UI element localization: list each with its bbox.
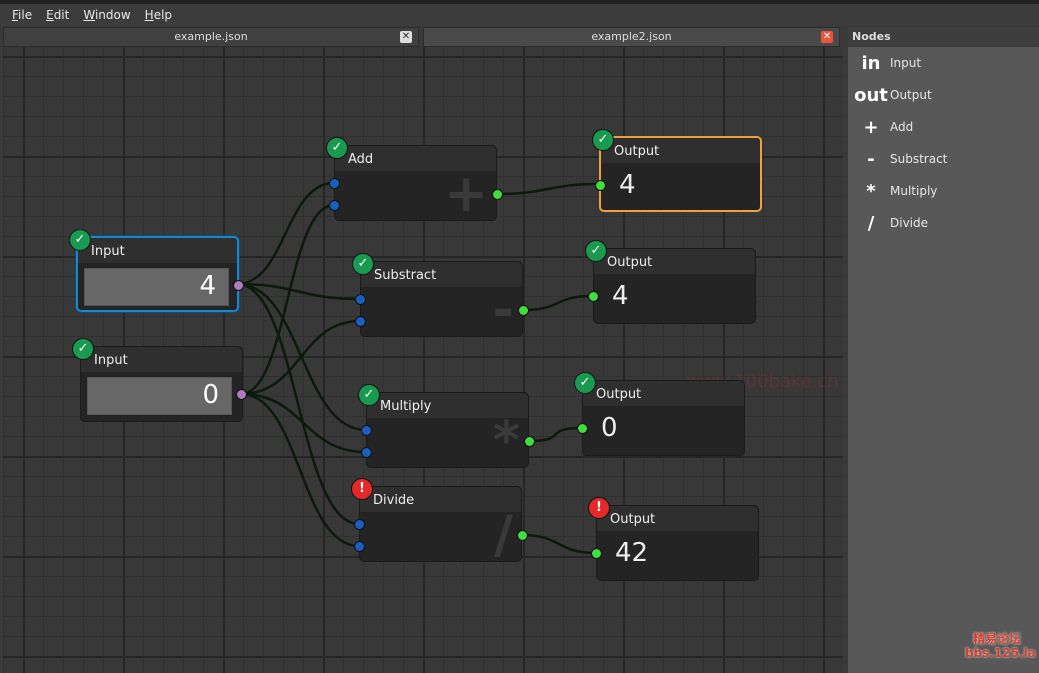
wire-in1-add bbox=[236, 181, 335, 286]
sidebar-item-label: Divide bbox=[890, 216, 929, 230]
value-input[interactable]: 0 bbox=[87, 377, 232, 415]
menu-bar: File Edit Window Help bbox=[0, 4, 1039, 26]
check-icon: ✓ bbox=[72, 338, 94, 360]
nodes-panel-title: Nodes bbox=[848, 27, 1039, 47]
menu-window[interactable]: Window bbox=[83, 8, 130, 22]
wire-in2-mul bbox=[240, 392, 367, 454]
node-substract[interactable]: Substract ✓ - bbox=[352, 253, 529, 340]
wire-mul-out3 bbox=[528, 426, 583, 443]
check-icon: ✓ bbox=[352, 253, 374, 275]
output-value: 4 bbox=[612, 281, 629, 311]
input-node-icon: in bbox=[861, 52, 881, 74]
input-port-a[interactable] bbox=[361, 425, 372, 436]
sidebar-item-input[interactable]: in Input bbox=[848, 47, 1039, 79]
sidebar-item-label: Add bbox=[890, 120, 914, 134]
check-icon: ✓ bbox=[358, 384, 380, 406]
sidebar-item-output[interactable]: out Output bbox=[848, 79, 1039, 111]
input-port-a[interactable] bbox=[329, 178, 340, 189]
node-title: Input bbox=[81, 347, 242, 372]
output-port[interactable] bbox=[236, 389, 247, 400]
check-icon: ✓ bbox=[585, 240, 607, 262]
input-port-a[interactable] bbox=[354, 519, 365, 530]
input-port[interactable] bbox=[591, 548, 602, 559]
node-add[interactable]: Add ✓ + bbox=[326, 137, 503, 224]
node-input[interactable]: Input ✓ 0 bbox=[72, 338, 247, 422]
sidebar-item-divide[interactable]: / Divide bbox=[848, 207, 1039, 239]
input-port-a[interactable] bbox=[355, 294, 366, 305]
input-port[interactable] bbox=[588, 291, 599, 302]
sidebar-item-add[interactable]: + Add bbox=[848, 111, 1039, 143]
node-output[interactable]: Output ✓ 4 bbox=[592, 129, 762, 212]
output-port[interactable] bbox=[517, 530, 528, 541]
node-graph-canvas[interactable]: www.100bake.cn Input ✓ 4 Input ✓ 0 Add ✓ + Substr… bbox=[3, 47, 843, 673]
tab-label: example2.json bbox=[591, 30, 672, 43]
multiply-node-icon: * bbox=[866, 180, 876, 202]
node-output[interactable]: Output ✓ 4 bbox=[585, 240, 756, 324]
output-node-icon: out bbox=[854, 84, 888, 106]
node-title: Input bbox=[78, 238, 237, 263]
input-port[interactable] bbox=[577, 423, 588, 434]
wire-in1-div bbox=[236, 282, 360, 526]
operator-divide-icon: / bbox=[494, 505, 513, 565]
add-node-icon: + bbox=[863, 116, 879, 138]
wire-in2-div bbox=[240, 392, 360, 548]
output-port[interactable] bbox=[233, 280, 244, 291]
node-multiply[interactable]: Multiply ✓ * bbox=[358, 384, 535, 471]
input-port-b[interactable] bbox=[355, 316, 366, 327]
check-icon: ✓ bbox=[574, 372, 596, 394]
output-port[interactable] bbox=[524, 436, 535, 447]
node-title: Output bbox=[601, 138, 760, 163]
output-value: 42 bbox=[615, 538, 649, 568]
output-port[interactable] bbox=[518, 305, 529, 316]
menu-edit[interactable]: Edit bbox=[46, 8, 69, 22]
input-port[interactable] bbox=[595, 180, 606, 191]
menu-file[interactable]: File bbox=[12, 8, 32, 22]
node-title: Output bbox=[583, 381, 744, 406]
input-port-b[interactable] bbox=[329, 200, 340, 211]
wire-div-out4 bbox=[521, 533, 597, 555]
check-icon: ✓ bbox=[592, 129, 614, 151]
close-tab-icon[interactable]: ✕ bbox=[400, 31, 412, 43]
input-port-b[interactable] bbox=[361, 447, 372, 458]
sidebar-item-label: Substract bbox=[890, 152, 948, 166]
tab-example-json[interactable]: example.json ✕ bbox=[3, 27, 419, 47]
node-output[interactable]: Output! 42 bbox=[588, 497, 759, 581]
tab-label: example.json bbox=[174, 30, 248, 43]
output-port[interactable] bbox=[492, 189, 503, 200]
sidebar-item-substract[interactable]: - Substract bbox=[848, 143, 1039, 175]
wire-sub-out2 bbox=[522, 294, 594, 312]
input-port-b[interactable] bbox=[354, 541, 365, 552]
check-icon: ✓ bbox=[69, 229, 91, 251]
sidebar-item-label: Input bbox=[890, 56, 922, 70]
node-title: Output bbox=[594, 249, 755, 274]
menu-help[interactable]: Help bbox=[145, 8, 172, 22]
output-value: 4 bbox=[619, 170, 636, 200]
error-icon: ! bbox=[351, 478, 373, 500]
error-icon: ! bbox=[588, 497, 610, 519]
substract-node-icon: - bbox=[867, 148, 875, 170]
node-output[interactable]: Output ✓ 0 bbox=[574, 372, 745, 456]
sidebar-item-label: Multiply bbox=[890, 184, 938, 198]
check-icon: ✓ bbox=[326, 137, 348, 159]
close-tab-icon[interactable]: ✕ bbox=[821, 31, 833, 43]
sidebar-item-label: Output bbox=[890, 88, 932, 102]
wire-add-out1 bbox=[496, 182, 600, 196]
tab-example2-json[interactable]: example2.json ✕ bbox=[423, 27, 840, 47]
operator-add-icon: + bbox=[444, 164, 488, 224]
operator-multiply-icon: * bbox=[492, 411, 520, 471]
output-value: 0 bbox=[601, 413, 618, 443]
value-input[interactable]: 4 bbox=[84, 268, 229, 306]
node-title: Output bbox=[597, 506, 758, 531]
operator-substract-icon: - bbox=[492, 280, 514, 340]
watermark: 精易论坛 bbs.125.la bbox=[965, 632, 1036, 660]
sidebar-item-multiply[interactable]: * Multiply bbox=[848, 175, 1039, 207]
divide-node-icon: / bbox=[867, 212, 875, 234]
node-input[interactable]: Input ✓ 4 bbox=[69, 229, 244, 312]
nodes-panel: Nodes in Input out Output + Add - Substract * Mul… bbox=[848, 27, 1039, 673]
node-divide[interactable]: Divide! / bbox=[351, 478, 528, 565]
